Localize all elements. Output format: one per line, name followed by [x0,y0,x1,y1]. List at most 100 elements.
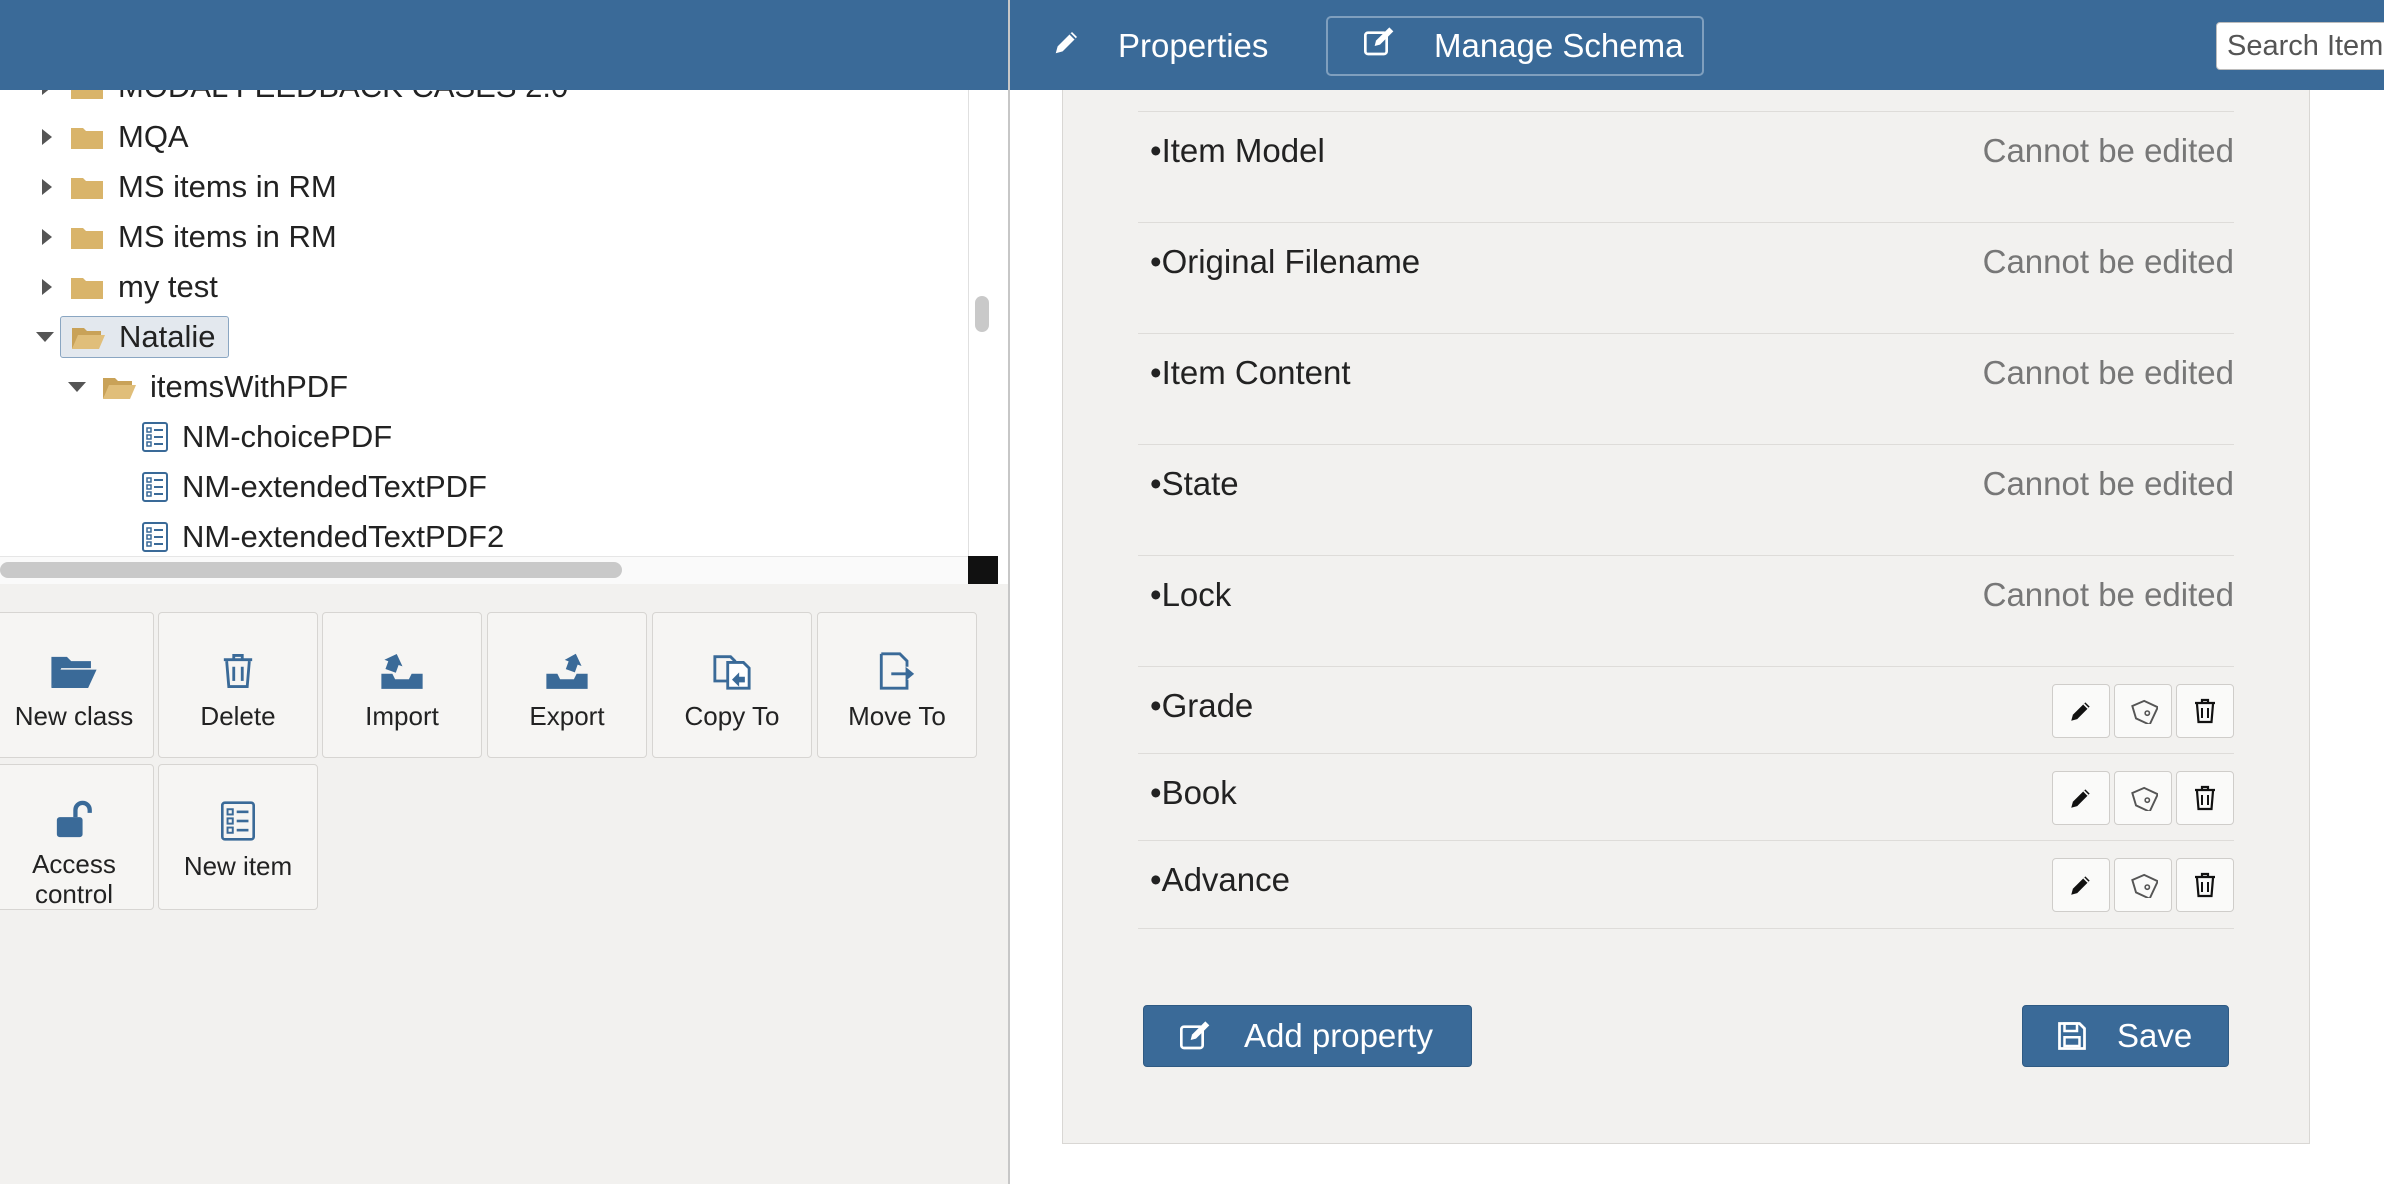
import-label: Import [365,701,439,731]
access-control-button[interactable]: Access control [0,764,154,910]
tree-node[interactable]: itemsWithPDF [68,364,348,410]
item-list-icon [142,422,168,452]
collapse-arrow-icon[interactable] [68,382,86,392]
tree-node-label: MS items in RM [118,219,337,254]
tree-node[interactable]: MODAL FEEDBACK CASES 2.0 [42,90,568,110]
pencil-icon [2071,702,2090,721]
export-button[interactable]: Export [487,612,647,758]
expand-arrow-icon[interactable] [42,90,52,95]
tree-node-selected[interactable]: Natalie [36,314,229,360]
tree-vertical-scroll-thumb[interactable] [975,296,989,332]
copy-to-button[interactable]: Copy To [652,612,812,758]
expand-arrow-icon[interactable] [42,179,52,195]
delete-property-button[interactable] [2176,771,2234,825]
property-name: •Grade [1150,687,1254,724]
tree-node[interactable]: MS items in RM [42,214,337,260]
property-name: •Item Content [1150,354,1351,391]
new-item-button[interactable]: New item [158,764,318,910]
property-row: •Lock Cannot be edited [1138,556,2234,667]
save-button[interactable]: Save [2022,1005,2229,1067]
expand-arrow-icon[interactable] [42,129,52,145]
folder-icon [71,128,103,149]
export-label: Export [529,701,605,731]
property-name: •Original Filename [1150,243,1421,280]
open-folder-icon [50,649,98,693]
save-label: Save [2117,1017,2193,1054]
collapse-arrow-icon[interactable] [36,332,54,342]
property-row-divider-top [1138,22,2234,112]
search-item-input[interactable] [2216,22,2384,70]
delete-property-button[interactable] [2176,858,2234,912]
new-class-button[interactable]: New class [0,612,154,758]
open-folder-icon [72,328,105,349]
resize-handle[interactable] [968,556,998,586]
edit-property-button[interactable] [2052,858,2110,912]
import-button[interactable]: Import [322,612,482,758]
open-folder-icon [103,378,136,399]
item-list-icon [142,472,168,502]
delete-label: Delete [200,701,276,731]
add-property-label: Add property [1244,1017,1433,1054]
delete-button[interactable]: Delete [158,612,318,758]
pencil-icon [2071,876,2090,895]
tag-property-button[interactable] [2114,684,2172,738]
tree-node[interactable]: MS items in RM [42,164,337,210]
property-row: •Item Model Cannot be edited [1138,112,2234,223]
edit-property-button[interactable] [2052,684,2110,738]
trash-icon [2195,785,2215,811]
new-item-label: New item [183,851,293,881]
tree-node-label: MS items in RM [118,169,337,204]
floppy-disk-icon [2058,1022,2086,1050]
folder-icon [71,90,103,99]
property-row-editable: •Book [1138,754,2234,841]
tag-property-button[interactable] [2114,858,2172,912]
left-header-bar [0,0,1010,90]
class-tree: MODAL FEEDBACK CASES 2.0 MQA MS items in… [0,90,968,556]
property-actions [2052,684,2234,738]
property-actions [2052,771,2234,825]
tag-icon [2131,699,2158,724]
property-name: •State [1150,465,1239,502]
pencil-icon [1052,27,1118,65]
trash-icon [221,649,255,693]
tree-node-label: Natalie [119,319,216,354]
pencil-icon [2071,789,2090,808]
edit-property-button[interactable] [2052,771,2110,825]
tree-node-label: MODAL FEEDBACK CASES 2.0 [118,90,568,105]
property-status: Cannot be edited [1982,576,2234,613]
expand-arrow-icon[interactable] [42,279,52,295]
tree-node[interactable]: MQA [42,114,189,160]
tree-item[interactable]: NM-extendedTextPDF2 [142,514,504,556]
property-row: •Item Content Cannot be edited [1138,334,2234,445]
property-row: •State Cannot be edited [1138,445,2234,556]
property-status: Cannot be edited [1982,354,2234,391]
tree-horizontal-scroll-thumb[interactable] [0,562,622,578]
tree-item[interactable]: NM-choicePDF [142,414,392,460]
folder-icon [71,178,103,199]
move-to-button[interactable]: Move To [817,612,977,758]
tag-property-button[interactable] [2114,771,2172,825]
property-status: Cannot be edited [1982,243,2234,280]
delete-property-button[interactable] [2176,684,2234,738]
tree-item-label: NM-extendedTextPDF2 [182,519,505,554]
property-status: Cannot be edited [1982,465,2234,502]
tree-node-label: itemsWithPDF [150,369,349,404]
tree-node-label: my test [118,269,218,304]
selected-node-highlight[interactable]: Natalie [60,316,229,358]
copy-icon [712,649,752,693]
add-property-button[interactable]: Add property [1143,1005,1472,1067]
tree-node-label: MQA [118,119,189,154]
trash-icon [2195,872,2215,898]
expand-arrow-icon[interactable] [42,229,52,245]
copy-to-label: Copy To [684,701,780,731]
tag-icon [2131,786,2158,811]
folder-icon [71,278,103,299]
tree-item-label: NM-extendedTextPDF [182,469,487,504]
property-actions [2052,858,2234,912]
tree-item[interactable]: NM-extendedTextPDF [142,464,487,510]
export-tray-icon [545,649,589,693]
property-status: Cannot be edited [1982,132,2234,169]
folder-icon [71,228,103,249]
trash-icon [2195,698,2215,724]
tree-node[interactable]: my test [42,264,218,310]
